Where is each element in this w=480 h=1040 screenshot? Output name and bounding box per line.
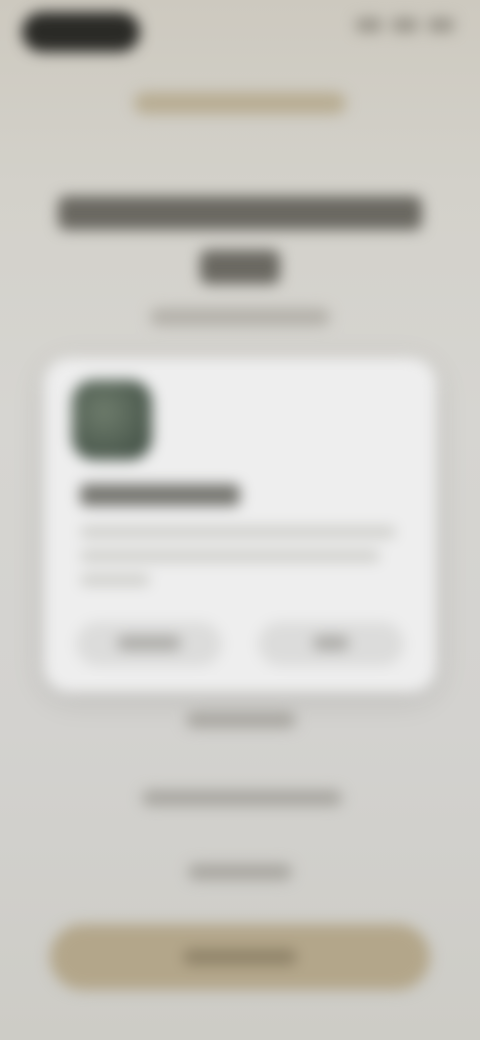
status-bar-indicators xyxy=(356,18,454,32)
headline xyxy=(48,196,432,304)
card-description-line-3 xyxy=(80,574,150,586)
top-banner[interactable] xyxy=(134,92,346,114)
link-3[interactable] xyxy=(188,864,292,880)
card-title xyxy=(80,484,240,506)
card-description-line-1 xyxy=(80,526,396,538)
battery-icon xyxy=(428,18,454,32)
primary-button[interactable] xyxy=(50,924,430,990)
wifi-icon xyxy=(392,18,418,32)
link-1[interactable] xyxy=(186,712,296,728)
card-left-button[interactable] xyxy=(76,622,222,666)
card-description-line-2 xyxy=(80,550,380,562)
card-right-button[interactable] xyxy=(258,622,404,666)
subheadline xyxy=(150,308,330,326)
headline-line-2 xyxy=(200,250,280,284)
link-2[interactable] xyxy=(142,790,342,806)
signal-icon xyxy=(356,18,382,32)
card-left-button-label-bar xyxy=(116,636,182,650)
card-right-button-label-bar xyxy=(313,636,349,650)
app-icon xyxy=(72,380,152,460)
primary-button-label-bar xyxy=(183,949,297,965)
headline-line-1 xyxy=(58,196,422,230)
status-bar-pill xyxy=(22,12,140,52)
blurred-screen xyxy=(0,0,480,1040)
app-card xyxy=(44,358,436,692)
